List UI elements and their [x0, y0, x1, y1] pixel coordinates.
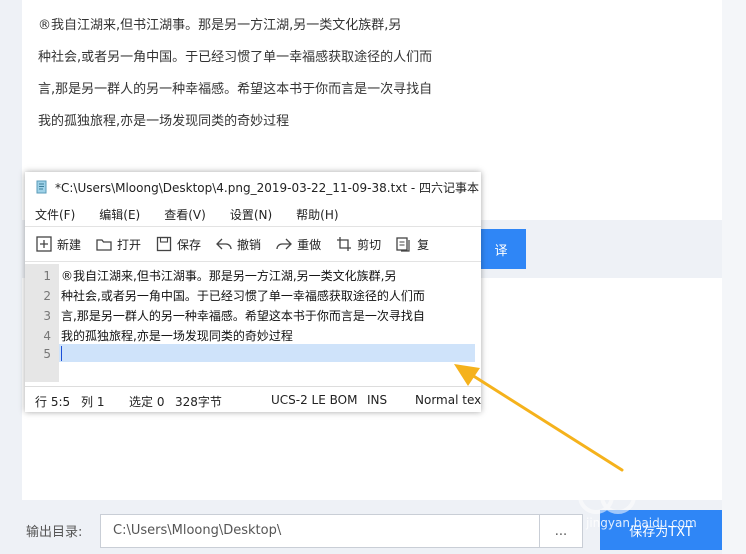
menu-bar: 文件(F) 编辑(E) 查看(V) 设置(N) 帮助(H): [25, 202, 481, 226]
menu-settings[interactable]: 设置(N): [230, 206, 272, 223]
redo-button-label: 重做: [297, 237, 322, 252]
cut-button[interactable]: 剪切: [335, 235, 381, 253]
status-column: 列 1: [81, 395, 105, 409]
ocr-text-line: ®我自江湖来,但书江湖事。那是另一方江湖,另一类文化族群,另: [38, 18, 402, 33]
copy-button[interactable]: 复: [395, 235, 429, 253]
status-bar: 行 5:5 列 1 选定 0 328字节 UCS-2 LE BOM INS No…: [25, 386, 481, 412]
status-bytes: 328字节: [175, 395, 222, 409]
new-button[interactable]: 新建: [35, 235, 81, 253]
notepad-app-icon: [36, 180, 47, 194]
open-button-label: 打开: [117, 237, 142, 252]
status-encoding[interactable]: UCS-2 LE BOM: [271, 393, 357, 407]
save-icon: [156, 236, 172, 252]
text-line: 我的孤独旅程,亦是一场发现同类的奇妙过程: [61, 329, 293, 343]
current-line-highlight: [59, 344, 475, 362]
cut-button-label: 剪切: [357, 237, 382, 252]
annotation-arrow: [454, 364, 624, 472]
ocr-result-text[interactable]: ®我自江湖来,但书江湖事。那是另一方江湖,另一类文化族群,另 种社会,或者另一角…: [38, 10, 432, 138]
new-file-icon: [36, 236, 52, 252]
status-selected: 选定 0: [129, 395, 165, 409]
menu-file[interactable]: 文件(F): [35, 206, 75, 223]
watermark-url: jingyan.baidu.com: [586, 516, 697, 530]
ocr-text-line: 我的孤独旅程,亦是一场发现同类的奇妙过程: [38, 114, 290, 129]
line-number: 4: [43, 329, 51, 343]
output-dir-input[interactable]: C:\Users\Mloong\Desktop\: [100, 514, 540, 548]
menu-help[interactable]: 帮助(H): [296, 206, 338, 223]
text-line: 言,那是另一群人的另一种幸福感。希望这本书于你而言是一次寻找自: [61, 309, 425, 323]
undo-button-label: 撤销: [237, 237, 262, 252]
copy-icon: [396, 237, 410, 252]
text-caret: [61, 346, 62, 361]
menu-edit[interactable]: 编辑(E): [99, 206, 140, 223]
line-number: 2: [43, 289, 51, 303]
open-button[interactable]: 打开: [95, 235, 141, 253]
toolbar: 新建 打开 保存 撤销 重做 剪切 复: [25, 226, 481, 262]
status-insert-mode[interactable]: INS: [367, 393, 387, 407]
save-button-label: 保存: [177, 237, 202, 252]
notepad-title: *C:\Users\Mloong\Desktop\4.png_2019-03-2…: [55, 180, 480, 195]
ocr-text-line: 种社会,或者另一角中国。于已经习惯了单一幸福感获取途径的人们而: [38, 50, 433, 65]
new-button-label: 新建: [57, 237, 82, 252]
line-number: 3: [43, 309, 51, 323]
save-button[interactable]: 保存: [155, 235, 201, 253]
redo-button[interactable]: 重做: [275, 235, 321, 253]
ocr-text-line: 言,那是另一群人的另一种幸福感。希望这本书于你而言是一次寻找自: [38, 82, 433, 97]
text-editor[interactable]: 1 2 3 4 5 ®我自江湖来,但书江湖事。那是另一方江湖,另一类文化族群,另…: [25, 264, 481, 382]
notepad-title-bar[interactable]: *C:\Users\Mloong\Desktop\4.png_2019-03-2…: [25, 172, 481, 202]
undo-button[interactable]: 撤销: [215, 235, 261, 253]
baidu-watermark-logo: [578, 478, 636, 514]
window-edge: [722, 0, 746, 554]
text-line: 种社会,或者另一角中国。于已经习惯了单一幸福感获取途径的人们而: [61, 289, 425, 303]
line-number: 5: [43, 347, 51, 361]
copy-button-label: 复: [417, 237, 430, 252]
redo-icon: [276, 238, 292, 250]
translate-button-label: 译: [494, 243, 508, 259]
status-position: 行 5:5: [35, 395, 71, 409]
output-dir-label: 输出目录:: [26, 525, 83, 540]
cut-icon: [337, 237, 352, 251]
folder-icon: [96, 239, 112, 251]
menu-view[interactable]: 查看(V): [164, 206, 206, 223]
notepad-window: *C:\Users\Mloong\Desktop\4.png_2019-03-2…: [25, 172, 481, 412]
line-number: 1: [43, 269, 51, 283]
text-line: ®我自江湖来,但书江湖事。那是另一方江湖,另一类文化族群,另: [61, 269, 397, 283]
undo-icon: [216, 238, 232, 250]
